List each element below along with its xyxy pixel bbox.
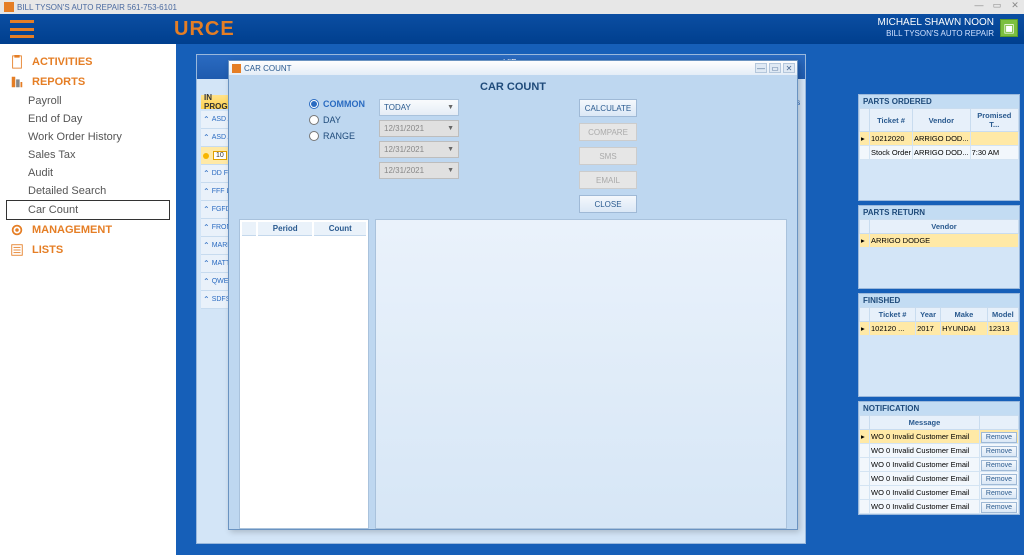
- period-count-table: PeriodCount: [239, 219, 369, 529]
- reports-icon: [10, 75, 24, 89]
- common-dropdown[interactable]: TODAY▼: [379, 99, 459, 116]
- finished-panel: FINISHED Ticket #YearMakeModel ▸102120 .…: [858, 293, 1020, 397]
- table-row[interactable]: ▸10212020ARRIGO DOD...: [860, 132, 1019, 146]
- nav-end-of-day[interactable]: End of Day: [0, 110, 176, 128]
- radio-range[interactable]: RANGE: [309, 131, 379, 141]
- parts-return-panel: PARTS RETURN Vendor ▸ARRIGO DODGE: [858, 205, 1020, 289]
- day-date-picker: 12/31/2021▼: [379, 120, 459, 137]
- nav-detailed-search[interactable]: Detailed Search: [0, 182, 176, 200]
- expand-icon[interactable]: ⌃: [203, 169, 210, 178]
- status-dot-icon: [203, 153, 209, 159]
- sms-button: SMS: [579, 147, 637, 165]
- nav-audit[interactable]: Audit: [0, 164, 176, 182]
- remove-button[interactable]: Remove: [981, 432, 1017, 443]
- window-title: BILL TYSON'S AUTO REPAIR 561-753-6101: [17, 3, 177, 12]
- maximize-button[interactable]: ▭: [990, 0, 1004, 11]
- remove-button[interactable]: Remove: [981, 488, 1017, 499]
- radio-common[interactable]: COMMON: [309, 99, 379, 109]
- gear-icon: [10, 223, 24, 237]
- nav-payroll[interactable]: Payroll: [0, 92, 176, 110]
- chevron-down-icon: ▼: [447, 104, 454, 111]
- nav-work-order-history[interactable]: Work Order History: [0, 128, 176, 146]
- menu-toggle-button[interactable]: [10, 20, 34, 38]
- nav-lists[interactable]: LISTS: [0, 240, 176, 260]
- nav-car-count[interactable]: Car Count: [6, 200, 170, 220]
- nav-activities[interactable]: ACTIVITIES: [0, 52, 176, 72]
- table-row[interactable]: WO 0 Invalid Customer EmailRemove: [860, 486, 1019, 500]
- brand-logo: URCE: [174, 18, 235, 41]
- app-icon: [232, 64, 241, 73]
- expand-icon[interactable]: ⌃: [203, 241, 210, 250]
- chevron-down-icon: ▼: [447, 125, 454, 132]
- expand-icon[interactable]: ⌃: [203, 205, 210, 214]
- close-button[interactable]: ✕: [1008, 0, 1022, 11]
- table-row[interactable]: ▸WO 0 Invalid Customer EmailRemove: [860, 430, 1019, 444]
- expand-icon[interactable]: ⌃: [203, 259, 210, 268]
- radio-day[interactable]: DAY: [309, 115, 379, 125]
- table-row[interactable]: WO 0 Invalid Customer EmailRemove: [860, 444, 1019, 458]
- remove-button[interactable]: Remove: [981, 460, 1017, 471]
- remove-button[interactable]: Remove: [981, 502, 1017, 513]
- close-button[interactable]: CLOSE: [579, 195, 637, 213]
- nav-sales-tax[interactable]: Sales Tax: [0, 146, 176, 164]
- table-row[interactable]: ▸ARRIGO DODGE: [860, 234, 1019, 248]
- expand-icon[interactable]: ⌃: [203, 187, 210, 196]
- nav-reports[interactable]: REPORTS: [0, 72, 176, 92]
- app-icon: [4, 2, 14, 12]
- parts-ordered-panel: PARTS ORDERED Ticket #VendorPromised T..…: [858, 94, 1020, 201]
- app-topbar: URCE MICHAEL SHAWN NOON BILL TYSON'S AUT…: [0, 14, 1024, 44]
- remove-button[interactable]: Remove: [981, 474, 1017, 485]
- email-button: EMAIL: [579, 171, 637, 189]
- table-row[interactable]: WO 0 Invalid Customer EmailRemove: [860, 458, 1019, 472]
- compare-button: COMPARE: [579, 123, 637, 141]
- calendar-icon[interactable]: ▣: [1000, 19, 1018, 37]
- modal-title: CAR COUNT: [229, 75, 797, 99]
- clipboard-icon: [10, 55, 24, 69]
- modal-close-button[interactable]: ✕: [783, 63, 795, 73]
- remove-button[interactable]: Remove: [981, 446, 1017, 457]
- table-row[interactable]: ▸102120 ...2017HYUNDAI12313: [860, 322, 1019, 336]
- expand-icon[interactable]: ⌃: [203, 223, 210, 232]
- minimize-button[interactable]: —: [972, 0, 986, 11]
- os-titlebar: BILL TYSON'S AUTO REPAIR 561-753-6101 — …: [0, 0, 1024, 14]
- table-row[interactable]: WO 0 Invalid Customer EmailRemove: [860, 500, 1019, 514]
- expand-icon[interactable]: ⌃: [203, 133, 210, 142]
- list-icon: [10, 243, 24, 257]
- table-row[interactable]: WO 0 Invalid Customer EmailRemove: [860, 472, 1019, 486]
- user-name: MICHAEL SHAWN NOON: [878, 17, 995, 28]
- expand-icon[interactable]: ⌃: [203, 277, 210, 286]
- expand-icon[interactable]: ⌃: [203, 115, 210, 124]
- chevron-down-icon: ▼: [447, 167, 454, 174]
- user-block: MICHAEL SHAWN NOON BILL TYSON'S AUTO REP…: [878, 17, 995, 39]
- chevron-down-icon: ▼: [447, 146, 454, 153]
- shop-name: BILL TYSON'S AUTO REPAIR: [878, 28, 995, 39]
- range-start-picker: 12/31/2021▼: [379, 141, 459, 158]
- nav-management[interactable]: MANAGEMENT: [0, 220, 176, 240]
- detail-area: [375, 219, 787, 529]
- expand-icon[interactable]: ⌃: [203, 295, 210, 304]
- modal-maximize-button[interactable]: ▭: [769, 63, 781, 73]
- sidebar: ACTIVITIES REPORTS Payroll End of Day Wo…: [0, 44, 176, 555]
- modal-minimize-button[interactable]: —: [755, 63, 767, 73]
- calculate-button[interactable]: CALCULATE: [579, 99, 637, 117]
- modal-titlebar[interactable]: CAR COUNT — ▭ ✕: [229, 61, 797, 75]
- notification-panel: NOTIFICATION Message ▸WO 0 Invalid Custo…: [858, 401, 1020, 515]
- range-end-picker: 12/31/2021▼: [379, 162, 459, 179]
- car-count-modal: CAR COUNT — ▭ ✕ CAR COUNT COMMON DAY RAN…: [228, 60, 798, 530]
- table-row[interactable]: Stock OrderARRIGO DOD...7:30 AM: [860, 146, 1019, 160]
